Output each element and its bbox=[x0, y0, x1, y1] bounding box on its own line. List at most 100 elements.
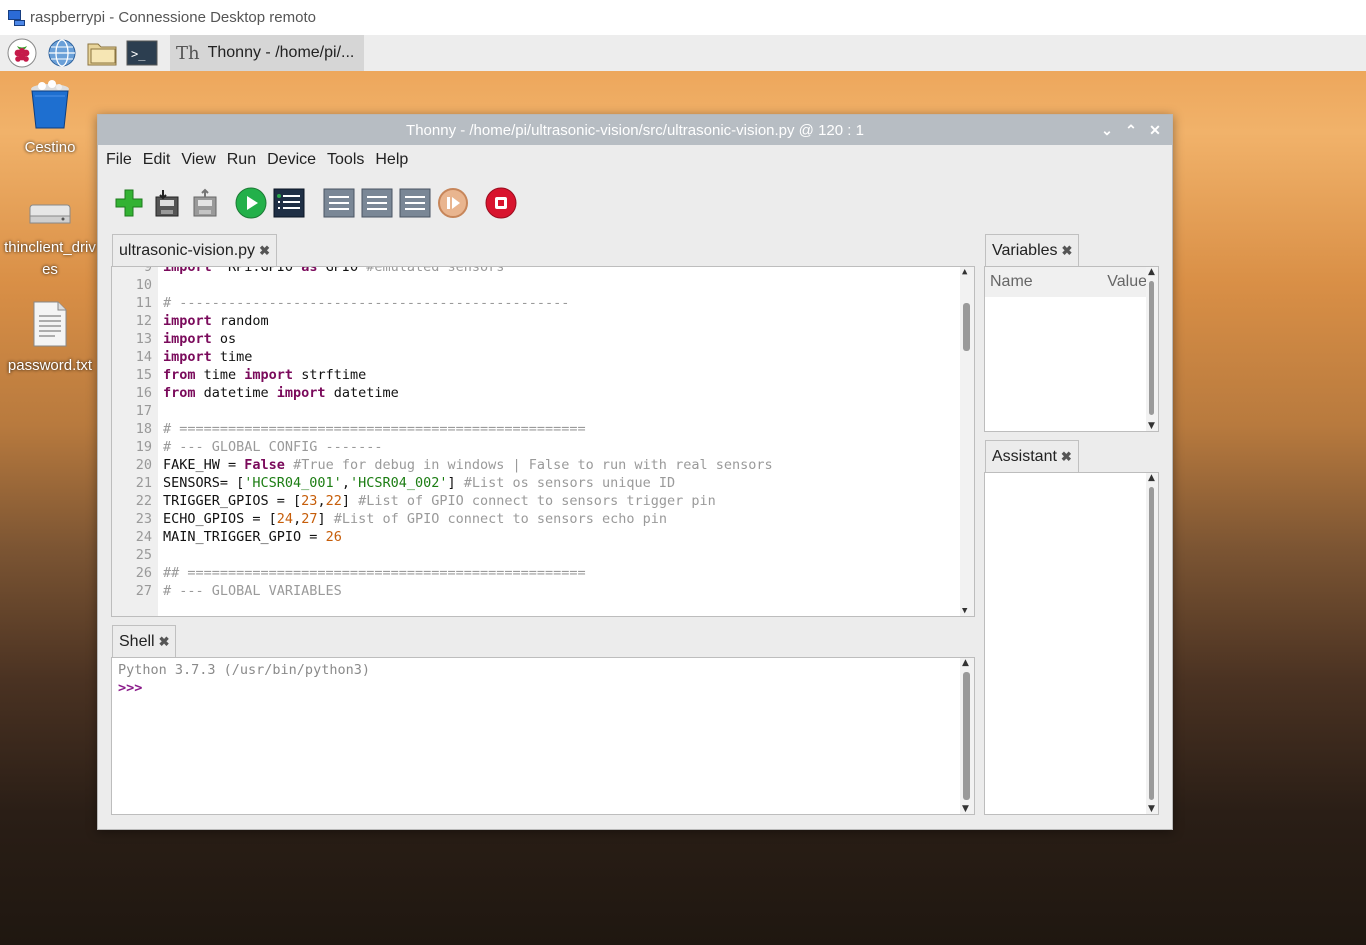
code-line[interactable]: # --------------------------------------… bbox=[163, 294, 958, 312]
desktop-item-textfile[interactable]: password.txt bbox=[0, 300, 100, 377]
menu-help[interactable]: Help bbox=[375, 151, 408, 169]
variables-scrollbar[interactable]: ▲ ▼ bbox=[1146, 267, 1158, 431]
scroll-down-icon[interactable]: ▼ bbox=[1148, 421, 1155, 431]
line-number: 12 bbox=[135, 313, 152, 329]
tab-label: Shell bbox=[119, 632, 155, 650]
code-area[interactable]: import RPi.GPIO as GPIO #emulated sensor… bbox=[163, 267, 958, 616]
menu-file[interactable]: File bbox=[106, 151, 132, 169]
rdp-title: raspberrypi - Connessione Desktop remoto bbox=[30, 9, 316, 26]
menu-edit[interactable]: Edit bbox=[143, 151, 171, 169]
step-out-icon[interactable] bbox=[398, 186, 432, 220]
window-title-bar[interactable]: Thonny - /home/pi/ultrasonic-vision/src/… bbox=[98, 115, 1172, 145]
variables-header: Name Value bbox=[985, 267, 1158, 297]
scroll-thumb[interactable] bbox=[1149, 487, 1154, 800]
close-tab-icon[interactable]: ✖ bbox=[259, 243, 270, 259]
code-line[interactable]: # ======================================… bbox=[163, 420, 958, 438]
line-number: 9 bbox=[143, 266, 152, 275]
code-line[interactable]: ## =====================================… bbox=[163, 564, 958, 582]
scroll-up-icon[interactable]: ▲ bbox=[962, 267, 967, 277]
scroll-up-icon[interactable]: ▲ bbox=[1148, 267, 1155, 277]
web-browser-icon[interactable] bbox=[44, 35, 80, 71]
assistant-panel: ▲ ▼ bbox=[984, 472, 1159, 815]
menu-bar: File Edit View Run Device Tools Help bbox=[98, 145, 1172, 175]
thonny-icon: Th bbox=[176, 42, 200, 64]
tab-variables[interactable]: Variables ✖ bbox=[985, 234, 1080, 266]
scroll-thumb[interactable] bbox=[963, 672, 970, 800]
line-number: 20 bbox=[135, 457, 152, 473]
code-line[interactable]: FAKE_HW = False #True for debug in windo… bbox=[163, 456, 958, 474]
code-editor[interactable]: 9 10 11 12 13 14 15 16 17 18 19 20 21 22 23 24 25 26 27 im… bbox=[111, 266, 975, 617]
maximize-icon[interactable]: ⌃ bbox=[1122, 120, 1140, 140]
desktop-item-trash[interactable]: Cestino bbox=[0, 80, 100, 159]
code-line[interactable]: import random bbox=[163, 312, 958, 330]
line-number: 13 bbox=[135, 331, 152, 347]
line-number: 22 bbox=[135, 493, 152, 509]
code-line[interactable]: import os bbox=[163, 330, 958, 348]
line-number: 27 bbox=[135, 583, 152, 599]
open-icon[interactable] bbox=[150, 186, 184, 220]
code-line[interactable]: import RPi.GPIO as GPIO #emulated sensor… bbox=[163, 267, 958, 276]
tab-assistant[interactable]: Assistant ✖ bbox=[985, 440, 1079, 472]
step-over-icon[interactable] bbox=[322, 186, 356, 220]
taskbar-task-thonny[interactable]: Th Thonny - /home/pi/... bbox=[170, 35, 365, 71]
code-line[interactable] bbox=[163, 546, 958, 564]
column-value[interactable]: Value bbox=[1107, 273, 1147, 291]
menu-device[interactable]: Device bbox=[267, 151, 316, 169]
shell-panel[interactable]: Python 3.7.3 (/usr/bin/python3) >>> ▲ ▼ bbox=[111, 657, 975, 815]
line-number: 14 bbox=[135, 349, 152, 365]
menu-run[interactable]: Run bbox=[227, 151, 256, 169]
tab-editor-file[interactable]: ultrasonic-vision.py ✖ bbox=[112, 234, 277, 266]
tab-shell[interactable]: Shell ✖ bbox=[112, 625, 177, 657]
code-line[interactable] bbox=[163, 276, 958, 294]
shell-scrollbar[interactable]: ▲ ▼ bbox=[960, 658, 974, 814]
line-number: 10 bbox=[135, 277, 152, 293]
code-line[interactable]: # --- GLOBAL VARIABLES bbox=[163, 582, 958, 600]
scroll-down-icon[interactable]: ▼ bbox=[962, 606, 967, 616]
code-line[interactable]: TRIGGER_GPIOS = [23,22] #List of GPIO co… bbox=[163, 492, 958, 510]
tab-label: Assistant bbox=[992, 447, 1057, 465]
close-tab-icon[interactable]: ✖ bbox=[159, 634, 170, 650]
terminal-icon[interactable]: >_ bbox=[124, 35, 160, 71]
line-number: 26 bbox=[135, 565, 152, 581]
close-tab-icon[interactable]: ✖ bbox=[1062, 243, 1073, 259]
scroll-thumb[interactable] bbox=[963, 303, 970, 351]
menu-view[interactable]: View bbox=[181, 151, 215, 169]
debug-icon[interactable] bbox=[272, 186, 306, 220]
window-title: Thonny - /home/pi/ultrasonic-vision/src/… bbox=[406, 121, 864, 139]
code-line[interactable]: from time import strftime bbox=[163, 366, 958, 384]
code-line[interactable]: import time bbox=[163, 348, 958, 366]
code-line[interactable]: from datetime import datetime bbox=[163, 384, 958, 402]
line-number: 23 bbox=[135, 511, 152, 527]
code-line[interactable]: # --- GLOBAL CONFIG ------- bbox=[163, 438, 958, 456]
save-icon[interactable] bbox=[188, 186, 222, 220]
line-number: 24 bbox=[135, 529, 152, 545]
code-line[interactable] bbox=[163, 402, 958, 420]
minimize-icon[interactable]: ⌄ bbox=[1098, 120, 1116, 140]
editor-scrollbar[interactable]: ▲ ▼ bbox=[960, 267, 974, 616]
file-manager-icon[interactable] bbox=[84, 35, 120, 71]
code-line[interactable]: SENSORS= ['HCSR04_001','HCSR04_002'] #Li… bbox=[163, 474, 958, 492]
code-line[interactable]: ECHO_GPIOS = [24,27] #List of GPIO conne… bbox=[163, 510, 958, 528]
run-icon[interactable] bbox=[234, 186, 268, 220]
raspberry-menu-icon[interactable] bbox=[4, 35, 40, 71]
close-icon[interactable]: ✕ bbox=[1146, 120, 1164, 140]
tab-label: Variables bbox=[992, 241, 1058, 259]
assistant-scrollbar[interactable]: ▲ ▼ bbox=[1146, 473, 1158, 814]
scroll-down-icon[interactable]: ▼ bbox=[1148, 804, 1155, 814]
resume-icon[interactable] bbox=[436, 186, 470, 220]
new-icon[interactable] bbox=[112, 186, 146, 220]
shell-prompt[interactable]: >>> bbox=[118, 679, 968, 697]
scroll-up-icon[interactable]: ▲ bbox=[1148, 473, 1155, 483]
desktop-item-drive[interactable]: thinclient_drives bbox=[0, 200, 100, 281]
menu-tools[interactable]: Tools bbox=[327, 151, 364, 169]
stop-icon[interactable] bbox=[484, 186, 518, 220]
step-into-icon[interactable] bbox=[360, 186, 394, 220]
scroll-down-icon[interactable]: ▼ bbox=[962, 804, 969, 814]
column-name[interactable]: Name bbox=[990, 273, 1033, 291]
code-line[interactable]: MAIN_TRIGGER_GPIO = 26 bbox=[163, 528, 958, 546]
scroll-thumb[interactable] bbox=[1149, 281, 1154, 415]
scroll-up-icon[interactable]: ▲ bbox=[962, 658, 969, 668]
close-tab-icon[interactable]: ✖ bbox=[1061, 449, 1072, 465]
toolbar bbox=[98, 175, 1172, 231]
taskbar-task-label: Thonny - /home/pi/... bbox=[207, 44, 355, 61]
